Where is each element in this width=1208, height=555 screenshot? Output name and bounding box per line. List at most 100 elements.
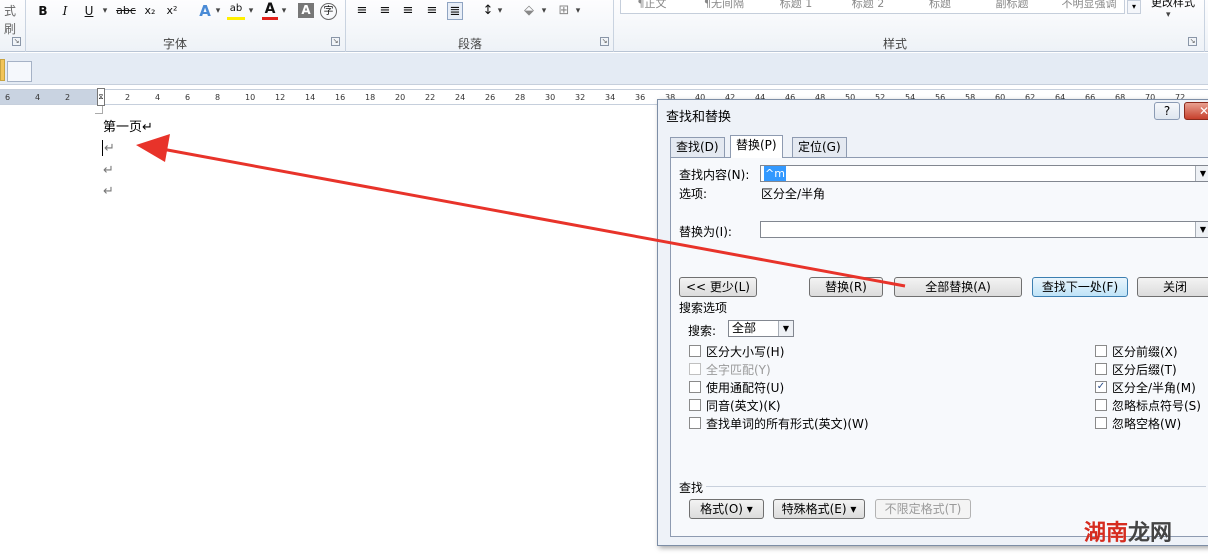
ruler-tick: 20 bbox=[395, 93, 406, 102]
paragraph-3[interactable]: ↵ bbox=[103, 163, 114, 178]
matching-option-checkbox[interactable] bbox=[1095, 399, 1107, 411]
ruler-tick: 6 bbox=[5, 93, 11, 102]
change-styles-dropdown-icon[interactable]: ▾ bbox=[1166, 10, 1171, 20]
paragraph-1[interactable]: 第一页↵ bbox=[103, 116, 153, 135]
option-label: 区分后缀(T) bbox=[1112, 363, 1177, 377]
styles-launcher-icon[interactable]: ↘ bbox=[1188, 37, 1197, 46]
style-title[interactable]: 标题 bbox=[909, 0, 971, 12]
search-option-checkbox[interactable] bbox=[689, 381, 701, 393]
paragraph-group-label: 段落 bbox=[457, 37, 482, 51]
align-left-icon[interactable]: ≡ bbox=[354, 2, 370, 20]
ruler-tick: 18 bbox=[365, 93, 376, 102]
option-label: 忽略标点符号(S) bbox=[1112, 399, 1201, 413]
ruler-tick: 32 bbox=[575, 93, 586, 102]
clipboard-launcher-icon[interactable]: ↘ bbox=[12, 37, 21, 46]
replace-all-button[interactable]: 全部替换(A) bbox=[894, 277, 1022, 297]
close-button[interactable]: 关闭 bbox=[1137, 277, 1208, 297]
text-effects-dropdown-icon[interactable]: ▾ bbox=[214, 2, 222, 20]
font-launcher-icon[interactable]: ↘ bbox=[331, 37, 340, 46]
style-heading-1[interactable]: 标题 1 bbox=[765, 0, 827, 12]
line-spacing-icon[interactable]: ↕ bbox=[480, 2, 496, 20]
strip-box[interactable] bbox=[7, 61, 32, 82]
search-options-label: 搜索选项 bbox=[679, 301, 728, 315]
enclose-characters-icon[interactable]: 字 bbox=[320, 3, 337, 20]
find-next-button[interactable]: 查找下一处(F) bbox=[1032, 277, 1128, 297]
highlight-dropdown-icon[interactable]: ▾ bbox=[247, 2, 255, 20]
line-spacing-dropdown-icon[interactable]: ▾ bbox=[496, 2, 504, 20]
tab-replace[interactable]: 替换(P) bbox=[730, 135, 783, 158]
text-effects-icon[interactable]: A bbox=[196, 2, 214, 20]
style-subtitle[interactable]: 副标题 bbox=[981, 0, 1043, 12]
character-shading-icon[interactable]: A bbox=[298, 3, 314, 18]
format-painter-label[interactable]: 式刷 bbox=[0, 2, 20, 36]
underline-dropdown-icon[interactable]: ▾ bbox=[100, 2, 110, 20]
font-color-icon[interactable]: A bbox=[262, 2, 278, 20]
style-normal[interactable]: ¶正文 bbox=[621, 0, 683, 12]
ruler-tick: 26 bbox=[485, 93, 496, 102]
search-direction-select[interactable]: 全部 ▼ bbox=[728, 320, 794, 337]
tab-goto[interactable]: 定位(G) bbox=[792, 137, 847, 157]
ruler-tick: 14 bbox=[305, 93, 316, 102]
change-styles-button[interactable]: 更改样式 bbox=[1143, 0, 1203, 8]
align-right-icon[interactable]: ≡ bbox=[400, 2, 416, 20]
indent-marker-icon[interactable]: ⧖ bbox=[97, 88, 105, 106]
matching-option-checkbox[interactable] bbox=[1095, 345, 1107, 357]
italic-button[interactable]: I bbox=[58, 2, 72, 20]
find-what-value: ^m bbox=[764, 166, 786, 181]
search-direction-dropdown-icon[interactable]: ▼ bbox=[778, 321, 793, 336]
replace-with-input[interactable]: ▼ bbox=[760, 221, 1208, 238]
search-option-checkbox[interactable] bbox=[689, 417, 701, 429]
ruler-tick: 6 bbox=[185, 93, 191, 102]
paragraph-2[interactable]: ↵ bbox=[104, 141, 115, 156]
search-option-checkbox[interactable] bbox=[689, 399, 701, 411]
watermark: 湖南龙网 bbox=[1084, 515, 1172, 547]
special-format-button[interactable]: 特殊格式(E) ▾ bbox=[773, 499, 865, 519]
search-option-checkbox[interactable] bbox=[689, 345, 701, 357]
options-label: 选项: bbox=[679, 187, 708, 201]
style-heading-2[interactable]: 标题 2 bbox=[837, 0, 899, 12]
ruler-tick: 12 bbox=[275, 93, 286, 102]
subscript-button[interactable]: x₂ bbox=[142, 2, 158, 20]
close-window-button[interactable]: ✕ bbox=[1184, 102, 1208, 120]
style-gallery: ¶正文 ¶无间隔 标题 1 标题 2 标题 副标题 不明显强调 bbox=[620, 0, 1125, 14]
find-history-dropdown-icon[interactable]: ▼ bbox=[1195, 166, 1208, 181]
underline-button[interactable]: U bbox=[82, 2, 96, 20]
style-subtle-emphasis[interactable]: 不明显强调 bbox=[1053, 0, 1125, 12]
font-color-dropdown-icon[interactable]: ▾ bbox=[280, 2, 288, 20]
ruler-tick: 2 bbox=[125, 93, 131, 102]
help-button[interactable]: ? bbox=[1154, 102, 1180, 120]
paragraph-launcher-icon[interactable]: ↘ bbox=[600, 37, 609, 46]
superscript-button[interactable]: x² bbox=[164, 2, 180, 20]
matching-option-checkbox[interactable] bbox=[1095, 363, 1107, 375]
borders-dropdown-icon[interactable]: ▾ bbox=[574, 2, 582, 20]
find-section-divider bbox=[706, 486, 1206, 487]
style-gallery-more-icon[interactable]: ▾ bbox=[1127, 0, 1141, 14]
matching-option-checkbox[interactable] bbox=[1095, 417, 1107, 429]
bold-button[interactable]: B bbox=[36, 2, 50, 20]
ruler-margin bbox=[0, 90, 98, 104]
borders-icon[interactable]: ⊞ bbox=[556, 2, 572, 20]
paragraph-4[interactable]: ↵ bbox=[103, 184, 114, 199]
search-direction-value: 全部 bbox=[732, 321, 757, 335]
less-button[interactable]: << 更少(L) bbox=[679, 277, 757, 297]
ruler-tick: 4 bbox=[35, 93, 41, 102]
document-page[interactable]: 第一页↵ ↵ ↵ ↵ bbox=[0, 106, 660, 555]
ruler-tick: 36 bbox=[635, 93, 646, 102]
replace-history-dropdown-icon[interactable]: ▼ bbox=[1195, 222, 1208, 237]
tab-find[interactable]: 查找(D) bbox=[670, 137, 725, 157]
style-no-spacing[interactable]: ¶无间隔 bbox=[693, 0, 755, 12]
replace-button[interactable]: 替换(R) bbox=[809, 277, 883, 297]
find-what-input[interactable]: ^m ▼ bbox=[760, 165, 1208, 182]
option-label: 查找单词的所有形式(英文)(W) bbox=[706, 417, 869, 431]
shading-dropdown-icon[interactable]: ▾ bbox=[540, 2, 548, 20]
strikethrough-button[interactable]: abc bbox=[115, 2, 137, 20]
justify-icon[interactable]: ≡ bbox=[424, 2, 440, 20]
format-button[interactable]: 格式(O) ▾ bbox=[689, 499, 764, 519]
align-center-icon[interactable]: ≡ bbox=[377, 2, 393, 20]
highlight-icon[interactable]: ab bbox=[227, 2, 245, 20]
watermark-part1: 湖南 bbox=[1083, 521, 1128, 546]
distributed-icon[interactable]: ≣ bbox=[447, 2, 463, 20]
matching-option-checkbox[interactable]: ✓ bbox=[1095, 381, 1107, 393]
ruler-tick: 30 bbox=[545, 93, 556, 102]
shading-icon[interactable]: ⬙ bbox=[520, 2, 538, 20]
